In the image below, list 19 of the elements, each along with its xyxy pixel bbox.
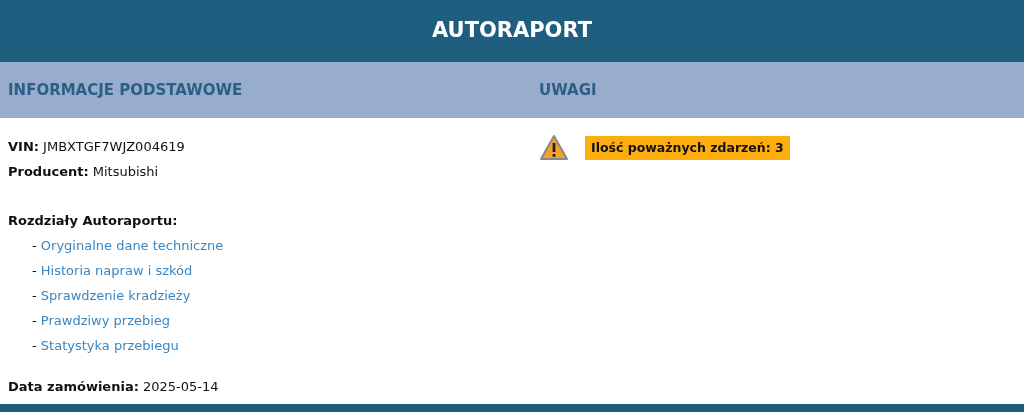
alert-badge: Ilość poważnych zdarzeń: 3 xyxy=(585,135,790,161)
section-link[interactable]: Oryginalne dane techniczne xyxy=(40,238,224,253)
section-heading: UWAGI xyxy=(539,79,597,101)
warning-icon xyxy=(539,134,569,162)
list-dash: - xyxy=(32,313,37,328)
report-title: AUTORAPORT xyxy=(431,17,593,45)
section-link[interactable]: Prawdziwy przebieg xyxy=(40,313,171,328)
info-line: Producent: Mitsubishi xyxy=(8,163,160,181)
order-date: Data zamówienia: 2025-05-14 xyxy=(8,378,220,396)
section-heading: INFORMACJE PODSTAWOWE xyxy=(8,79,243,101)
list-dash: - xyxy=(32,238,37,253)
list-dash: - xyxy=(32,338,37,353)
info-line: VIN: JMBXTGF7WJZ004619 xyxy=(8,138,186,156)
list-dash: - xyxy=(32,288,37,303)
list-dash: - xyxy=(32,263,37,278)
section-link[interactable]: Sprawdzenie kradzieży xyxy=(40,288,191,303)
section-link[interactable]: Historia napraw i szkód xyxy=(40,263,193,278)
list-heading: Rozdziały Autoraportu: xyxy=(8,213,178,228)
section-link[interactable]: Statystyka przebiegu xyxy=(40,338,179,353)
